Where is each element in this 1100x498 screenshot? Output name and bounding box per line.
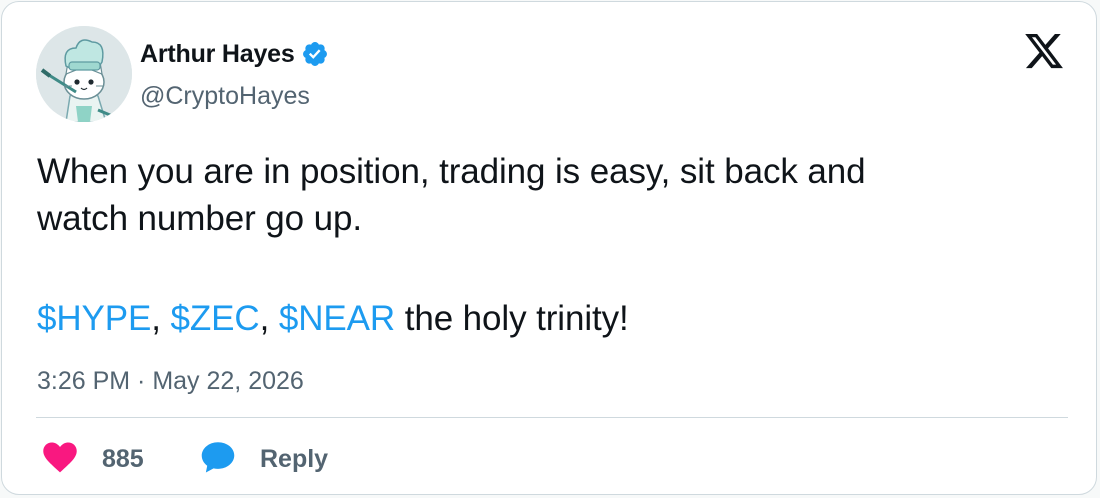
tweet-text-tail: the holy trinity! [395,299,629,338]
tweet-text-line-3: $HYPE, $ZEC, $NEAR the holy trinity! [37,295,1037,342]
cashtag-near[interactable]: $NEAR [279,299,395,338]
author-name-row: Arthur Hayes [140,38,329,70]
like-count: 885 [102,444,144,473]
tweet-text-line-2: watch number go up. [37,199,362,238]
cashtag-separator: , [151,299,171,338]
reply-button[interactable]: Reply [200,439,328,479]
tweet-text-line-1: When you are in position, trading is eas… [37,152,866,191]
cashtag-separator: , [259,299,279,338]
reply-label: Reply [260,444,329,473]
cashtag-hype[interactable]: $HYPE [37,299,151,338]
like-button[interactable]: 885 [42,439,144,479]
tweet-timestamp[interactable]: 3:26 PM · May 22, 2026 [37,367,304,396]
author-handle[interactable]: @CryptoHayes [140,82,310,111]
avatar[interactable] [36,26,132,122]
cashtag-zec[interactable]: $ZEC [171,299,260,338]
verified-badge-icon [301,40,329,68]
divider [36,417,1068,418]
tweet-card: Arthur Hayes @CryptoHayes When you are i… [1,1,1097,495]
author-display-name[interactable]: Arthur Hayes [140,40,295,69]
avatar-image [36,26,132,122]
x-logo-icon[interactable] [1022,30,1066,72]
speech-bubble-icon [200,440,236,479]
tweet-text: When you are in position, trading is eas… [37,148,1037,342]
heart-icon [42,441,78,478]
